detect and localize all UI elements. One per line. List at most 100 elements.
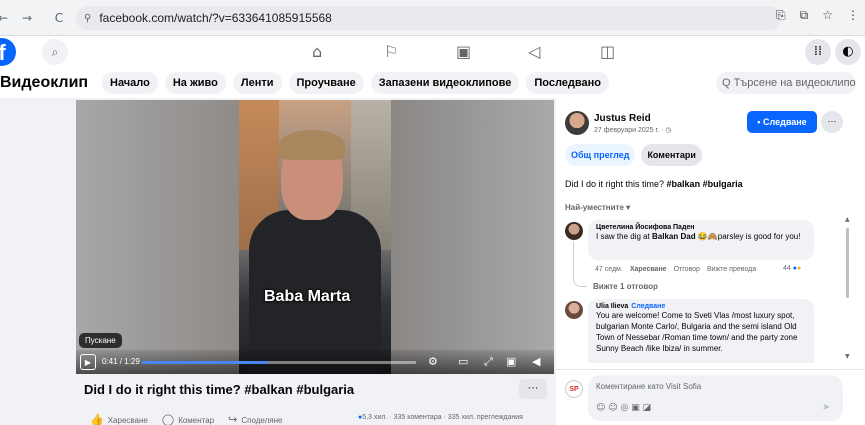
comment-translate-button[interactable]: Вижте превода bbox=[707, 266, 756, 273]
video-controls: ▶ 0:41 / 1:29 ⚙ ▭ ⤢ ▣ ◀ bbox=[76, 350, 554, 374]
comment-author-name[interactable]: Ulia Ilieva bbox=[596, 303, 628, 310]
reload-icon[interactable]: C bbox=[50, 11, 68, 25]
comment-bubble: Цветелина Йосифова Паден I saw the dig a… bbox=[588, 220, 814, 260]
share-icon: ↪ bbox=[228, 413, 238, 425]
pill-reels[interactable]: Ленти bbox=[232, 72, 282, 94]
comment-follow-link[interactable]: Следване bbox=[631, 303, 665, 310]
author-avatar[interactable] bbox=[565, 111, 589, 135]
scroll-down-arrow[interactable]: ▼ bbox=[845, 353, 850, 360]
comment-avatar[interactable] bbox=[565, 222, 583, 240]
browser-menu-icon[interactable]: ⋮ bbox=[847, 8, 859, 23]
comment-reply-button[interactable]: Отговор bbox=[674, 266, 700, 273]
back-icon[interactable]: ← bbox=[0, 11, 12, 25]
comment-icon: ◯ bbox=[161, 413, 175, 425]
comment-author: Ulia Ilieva Следване bbox=[596, 303, 806, 310]
share-label: Споделяне bbox=[241, 416, 283, 425]
author-name[interactable]: Justus Reid bbox=[594, 113, 651, 124]
pill-saved-videos[interactable]: Запазени видеоклипове bbox=[370, 72, 520, 94]
ads-megaphone-icon[interactable]: ◁ bbox=[528, 42, 540, 61]
reply-thread-line bbox=[573, 241, 587, 287]
play-button[interactable]: ▶ bbox=[80, 354, 96, 370]
comments-scrollbar[interactable] bbox=[846, 228, 849, 298]
follow-button[interactable]: ▪ Следване bbox=[747, 111, 817, 133]
app-root: ← → C ⚲ facebook.com/watch/?v=6336410859… bbox=[0, 0, 865, 425]
comment-mention[interactable]: Balkan Dad bbox=[652, 232, 696, 241]
reaction-count: 44 bbox=[783, 265, 791, 272]
progress-bar[interactable] bbox=[142, 361, 416, 364]
menu-grid-icon[interactable]: ⁞⁞ bbox=[805, 39, 831, 65]
post-hashtags[interactable]: #balkan #bulgaria bbox=[667, 179, 743, 189]
video-title: Did I do it right this time? #balkan #bu… bbox=[84, 382, 355, 397]
composer-divider bbox=[556, 369, 865, 370]
play-tooltip: Пускане bbox=[79, 333, 122, 348]
comment-bubble: Ulia Ilieva Следване You are welcome! Com… bbox=[588, 299, 814, 363]
send-icon[interactable]: ➤ bbox=[822, 402, 830, 413]
like-button[interactable]: 👍 Харесване bbox=[90, 413, 148, 425]
composer-placeholder[interactable]: Коментиране като Visit Sofia bbox=[596, 382, 701, 391]
pages-flag-icon[interactable]: ⚐ bbox=[384, 42, 398, 61]
bookmark-star-icon[interactable]: ☆ bbox=[822, 8, 833, 23]
comment-label: Коментар bbox=[178, 416, 215, 425]
gaming-icon[interactable]: ◫ bbox=[600, 42, 615, 61]
post-text-main: Did I do it right this time? bbox=[565, 179, 667, 189]
video-more-button[interactable]: ··· bbox=[519, 379, 547, 399]
comment-like-button[interactable]: Харесване bbox=[630, 266, 667, 273]
video-player[interactable]: Baba Marta bbox=[76, 100, 554, 374]
post-tabs: Общ преглед Коментари bbox=[565, 144, 702, 166]
haha-reaction-icon: ● bbox=[796, 265, 802, 272]
video-icon[interactable]: ▣ bbox=[456, 42, 471, 61]
more-options-icon[interactable]: ⋮ bbox=[0, 400, 10, 411]
comment-sort-select[interactable]: Най-уместните ▾ bbox=[565, 203, 630, 212]
facebook-logo[interactable]: f bbox=[0, 38, 16, 66]
pill-live[interactable]: На живо bbox=[164, 72, 226, 94]
site-settings-icon[interactable]: ⚲ bbox=[84, 13, 91, 24]
video-frame bbox=[239, 100, 391, 374]
comment-text-post: 😂🙈parsley is good for you! bbox=[695, 232, 801, 241]
post-text: Did I do it right this time? #balkan #bu… bbox=[565, 179, 743, 189]
share-button[interactable]: ↪ Споделяне bbox=[228, 413, 282, 425]
pip-icon[interactable]: ▣ bbox=[506, 355, 516, 368]
url-text[interactable]: facebook.com/watch/?v=633641085915568 bbox=[99, 11, 332, 25]
video-overlay-text: Baba Marta bbox=[264, 288, 351, 305]
post-more-button[interactable]: ··· bbox=[821, 111, 843, 133]
extension-icon[interactable]: ⧉ bbox=[800, 8, 809, 23]
tab-overview[interactable]: Общ преглед bbox=[565, 144, 636, 166]
home-icon[interactable]: ⌂ bbox=[312, 42, 322, 61]
comment-author-name[interactable]: Цветелина Йосифова Паден bbox=[596, 224, 695, 231]
comment-button[interactable]: ◯ Коментар bbox=[162, 413, 214, 425]
messenger-icon[interactable]: ◐ bbox=[835, 39, 861, 65]
facebook-header: f ⌕ ⌂ ⚐ ▣ ◁ ◫ ⁞⁞ ◐ bbox=[0, 36, 865, 68]
progress-fill bbox=[142, 361, 269, 364]
comment-author[interactable]: Цветелина Йосифова Паден bbox=[596, 224, 806, 231]
like-label: Харесване bbox=[107, 416, 148, 425]
engagement-stats[interactable]: ●5,3 хил. · 335 коментара · 335 хил. пре… bbox=[358, 414, 523, 421]
comment-composer[interactable]: Коментиране като Visit Sofia ☺ ☺ ◎ ▣ ◪ ➤ bbox=[588, 375, 843, 421]
comment-text: You are welcome! Come to Sveti Vlas /mos… bbox=[596, 311, 798, 353]
translate-icon[interactable]: ⎘ bbox=[776, 8, 786, 23]
forward-icon[interactable]: → bbox=[18, 11, 36, 25]
address-bar[interactable]: ⚲ facebook.com/watch/?v=633641085915568 bbox=[76, 6, 781, 30]
captions-icon[interactable]: ▭ bbox=[458, 355, 468, 368]
tab-comments[interactable]: Коментари bbox=[641, 144, 702, 166]
pill-home[interactable]: Начало bbox=[102, 72, 158, 94]
comment-time[interactable]: 47 седм. bbox=[595, 266, 623, 273]
settings-icon[interactable]: ⚙ bbox=[428, 355, 438, 368]
page-title: Видеоклип bbox=[0, 74, 89, 91]
expand-icon[interactable]: ⤢ bbox=[484, 355, 493, 369]
pill-explore[interactable]: Проучване bbox=[288, 72, 364, 94]
composer-tools[interactable]: ☺ ☺ ◎ ▣ ◪ bbox=[596, 403, 651, 413]
video-search-input[interactable]: Q Търсене на видеоклипове bbox=[716, 72, 856, 94]
follow-label: Следване bbox=[763, 117, 807, 127]
composer-avatar[interactable]: SP bbox=[565, 380, 583, 398]
comment-avatar[interactable] bbox=[565, 301, 583, 319]
post-date[interactable]: 27 февруари 2025 г. · ◷ bbox=[594, 126, 671, 134]
comment-reactions[interactable]: 44 ●● bbox=[783, 265, 801, 272]
view-replies-link[interactable]: Вижте 1 отговор bbox=[593, 282, 658, 291]
volume-icon[interactable]: ◀ bbox=[532, 355, 540, 368]
scroll-up-arrow[interactable]: ▲ bbox=[845, 216, 850, 223]
stats-text: 5,3 хил. · 335 коментара · 335 хил. прег… bbox=[362, 414, 523, 421]
pill-following[interactable]: Последвано bbox=[526, 72, 609, 94]
comment-text-pre: I saw the dig at bbox=[596, 232, 653, 241]
video-time: 0:41 / 1:29 bbox=[102, 357, 140, 366]
search-icon[interactable]: ⌕ bbox=[42, 39, 68, 65]
